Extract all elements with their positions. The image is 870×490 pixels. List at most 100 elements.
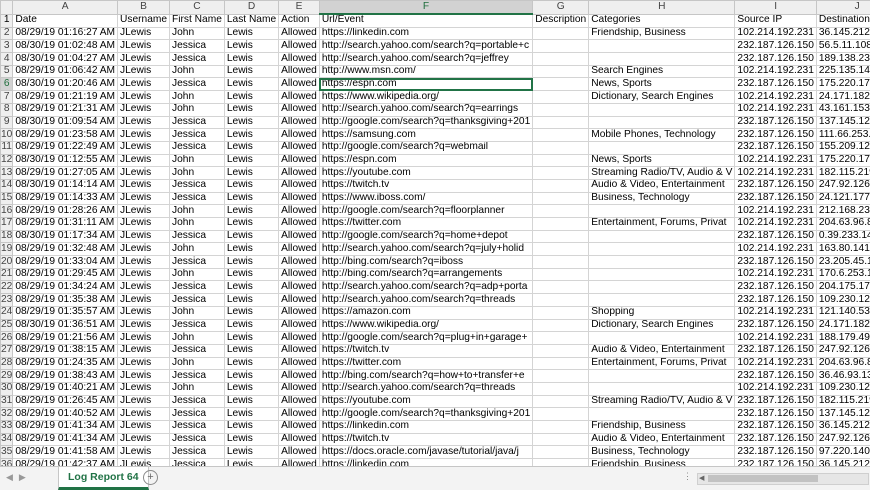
cell[interactable]: https://www.wikipedia.org/ [319, 319, 532, 332]
row-header[interactable]: 11 [1, 141, 13, 154]
cell[interactable]: News, Sports [589, 154, 735, 167]
cell[interactable]: 189.138.237.25 [816, 53, 870, 66]
cell[interactable]: https://linkedin.com [319, 421, 532, 434]
row-header[interactable]: 16 [1, 205, 13, 218]
cell[interactable] [589, 370, 735, 383]
cell[interactable] [533, 433, 589, 446]
cell[interactable]: 182.115.219.5 [816, 395, 870, 408]
cell[interactable]: Allowed [279, 344, 320, 357]
tab-split-handle-icon[interactable]: ⋮ [683, 471, 692, 482]
cell[interactable]: JLewis [118, 395, 170, 408]
cell[interactable]: 24.171.182.107 [816, 319, 870, 332]
row-header[interactable]: 20 [1, 256, 13, 269]
cell[interactable]: Jessica [170, 78, 225, 91]
cell[interactable]: 102.214.192.231 [735, 65, 816, 78]
cell[interactable]: Jessica [170, 53, 225, 66]
column-header-h[interactable]: H [589, 1, 735, 15]
cell[interactable]: 36.46.93.135 [816, 370, 870, 383]
cell[interactable]: 204.175.172.54 [816, 281, 870, 294]
row-header[interactable]: 31 [1, 395, 13, 408]
cell[interactable] [589, 141, 735, 154]
cell[interactable]: Allowed [279, 53, 320, 66]
cell[interactable]: 232.187.126.150 [735, 129, 816, 142]
cell[interactable]: 08/29/19 01:32:48 AM [13, 243, 118, 256]
row-header[interactable]: 9 [1, 116, 13, 129]
cell[interactable]: 102.214.192.231 [735, 268, 816, 281]
cell[interactable]: 111.66.253.167 [816, 129, 870, 142]
cell[interactable]: 08/29/19 01:38:43 AM [13, 370, 118, 383]
cell[interactable] [533, 370, 589, 383]
cell[interactable]: 08/30/19 01:20:46 AM [13, 78, 118, 91]
cell[interactable]: JLewis [118, 370, 170, 383]
cell[interactable]: 182.115.219.5 [816, 167, 870, 180]
cell[interactable] [589, 230, 735, 243]
cell[interactable]: https://youtube.com [319, 395, 532, 408]
cell[interactable]: 247.92.126.114 [816, 433, 870, 446]
column-header-j[interactable]: J [816, 1, 870, 15]
select-all-corner[interactable] [1, 1, 13, 15]
cell[interactable]: JLewis [118, 78, 170, 91]
cell[interactable]: 137.145.122.217 [816, 116, 870, 129]
cell[interactable]: 204.63.96.86 [816, 357, 870, 370]
cell[interactable]: https://amazon.com [319, 306, 532, 319]
cell[interactable]: http://google.com/search?q=webmail [319, 141, 532, 154]
cell[interactable]: Allowed [279, 129, 320, 142]
cell[interactable]: 08/29/19 01:34:24 AM [13, 281, 118, 294]
cell[interactable]: Dictionary, Search Engines [589, 91, 735, 104]
cell[interactable]: Jessica [170, 433, 225, 446]
cell[interactable]: Jessica [170, 116, 225, 129]
cell[interactable]: Allowed [279, 459, 320, 466]
row-header[interactable]: 30 [1, 382, 13, 395]
cell[interactable] [533, 344, 589, 357]
cell[interactable]: Business, Technology [589, 192, 735, 205]
cell[interactable]: 08/30/19 01:14:14 AM [13, 179, 118, 192]
cell[interactable]: John [170, 103, 225, 116]
cell[interactable] [533, 408, 589, 421]
cell[interactable]: Friendship, Business [589, 27, 735, 40]
cell[interactable] [533, 306, 589, 319]
cell[interactable] [533, 395, 589, 408]
cell[interactable]: 232.187.126.150 [735, 370, 816, 383]
row-header[interactable]: 32 [1, 408, 13, 421]
column-title-cell[interactable]: Categories [589, 14, 735, 27]
cell[interactable]: 102.214.192.231 [735, 205, 816, 218]
cell[interactable] [589, 205, 735, 218]
row-header[interactable]: 7 [1, 91, 13, 104]
cell[interactable]: JLewis [118, 344, 170, 357]
cell[interactable]: Allowed [279, 243, 320, 256]
cell[interactable]: Jessica [170, 446, 225, 459]
cell[interactable]: 08/29/19 01:35:57 AM [13, 306, 118, 319]
row-header[interactable]: 18 [1, 230, 13, 243]
cell[interactable] [589, 243, 735, 256]
cell[interactable]: 155.209.127.206 [816, 141, 870, 154]
cell[interactable]: 232.187.126.150 [735, 116, 816, 129]
cell[interactable]: Shopping [589, 306, 735, 319]
cell[interactable] [533, 192, 589, 205]
cell[interactable]: Mobile Phones, Technology [589, 129, 735, 142]
cell[interactable]: Friendship, Business [589, 421, 735, 434]
cell[interactable]: John [170, 91, 225, 104]
cell[interactable]: 08/30/19 01:02:48 AM [13, 40, 118, 53]
cell[interactable]: http://google.com/search?q=floorplanner [319, 205, 532, 218]
cell[interactable]: JLewis [118, 230, 170, 243]
row-header[interactable]: 34 [1, 433, 13, 446]
row-header[interactable]: 10 [1, 129, 13, 142]
cell[interactable]: John [170, 167, 225, 180]
sheet-nav-arrows-icon[interactable]: ◀▶ [6, 472, 46, 484]
cell[interactable]: JLewis [118, 319, 170, 332]
cell[interactable]: https://samsung.com [319, 129, 532, 142]
cell[interactable] [589, 382, 735, 395]
cell[interactable] [533, 446, 589, 459]
cell[interactable]: Allowed [279, 319, 320, 332]
cell[interactable]: JLewis [118, 40, 170, 53]
cell[interactable]: 36.145.212.229 [816, 459, 870, 466]
cell[interactable]: 08/29/19 01:31:11 AM [13, 218, 118, 231]
cell[interactable] [533, 421, 589, 434]
cell[interactable]: http://bing.com/search?q=how+to+transfer… [319, 370, 532, 383]
cell[interactable]: Lewis [224, 154, 278, 167]
cell[interactable] [589, 53, 735, 66]
cell[interactable]: https://www.iboss.com/ [319, 192, 532, 205]
cell[interactable]: Lewis [224, 256, 278, 269]
cell[interactable]: 137.145.122.217 [816, 408, 870, 421]
cell[interactable]: Lewis [224, 179, 278, 192]
